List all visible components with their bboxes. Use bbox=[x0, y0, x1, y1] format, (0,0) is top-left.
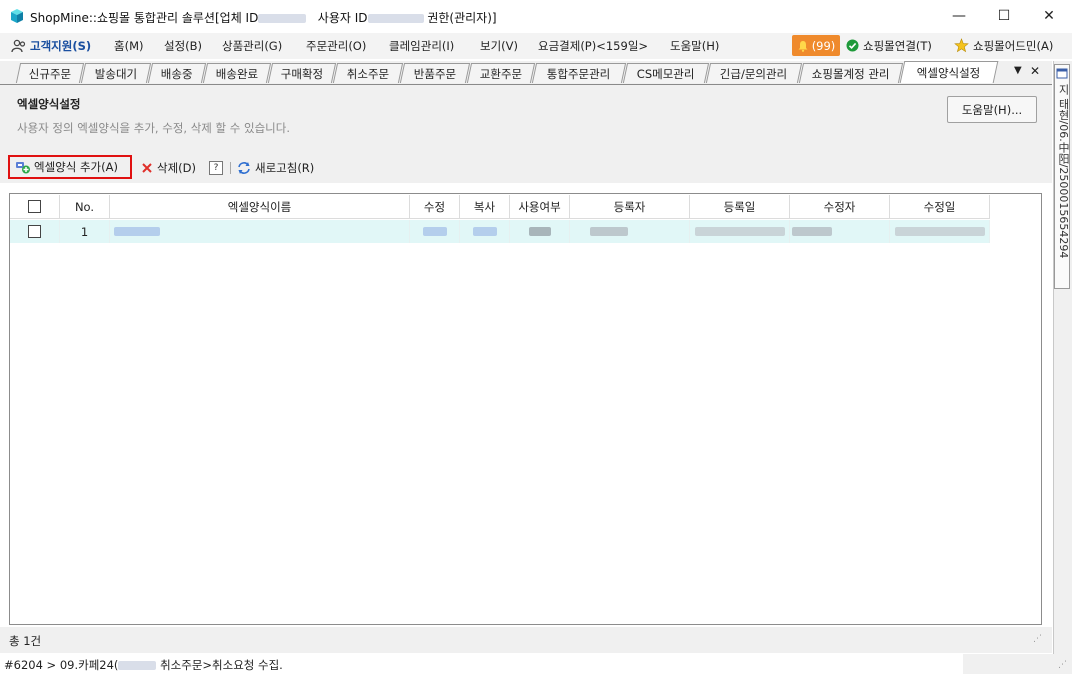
menu-view[interactable]: 보기(V) bbox=[480, 38, 518, 54]
redacted-user-id bbox=[367, 14, 424, 23]
tab-urgent-inquiry[interactable]: 긴급/문의관리 bbox=[705, 63, 803, 83]
tab-purchase-confirmed[interactable]: 구매확정 bbox=[267, 63, 337, 83]
footer-bar bbox=[0, 627, 1052, 653]
column-header-modifier: 수정자 bbox=[790, 195, 890, 219]
redacted-shop-name bbox=[118, 661, 157, 670]
add-format-icon bbox=[16, 162, 30, 174]
column-header-edit: 수정 bbox=[410, 195, 460, 219]
redacted-registrant bbox=[590, 227, 628, 236]
menu-help[interactable]: 도움말(H) bbox=[670, 38, 719, 54]
tab-list-dropdown[interactable]: ▼ bbox=[1014, 65, 1022, 76]
menu-shop-admin[interactable]: 쇼핑몰어드민(A) bbox=[973, 38, 1053, 54]
redacted-mod-date bbox=[894, 227, 985, 236]
total-count: 총 1건 bbox=[9, 634, 42, 648]
menu-orders[interactable]: 주문관리(O) bbox=[306, 38, 366, 54]
calendar-icon bbox=[1056, 68, 1068, 79]
toolbar-separator bbox=[230, 162, 231, 174]
menu-products[interactable]: 상품관리(G) bbox=[222, 38, 282, 54]
redacted-company-id bbox=[258, 14, 307, 23]
window-resize-grip-icon[interactable]: ⋰ bbox=[1058, 660, 1067, 670]
badge-count: (99) bbox=[811, 38, 836, 53]
menu-home[interactable]: 홈(M) bbox=[114, 38, 143, 54]
app-logo-icon bbox=[11, 9, 23, 23]
title-prefix: ShopMine::쇼핑몰 통합관리 솔루션[업체 ID bbox=[30, 11, 259, 25]
minimize-button[interactable]: — bbox=[936, 0, 982, 32]
tab-cs-memo[interactable]: CS메모관리 bbox=[622, 63, 710, 83]
tab-in-delivery[interactable]: 배송중 bbox=[147, 63, 207, 83]
tab-excel-format[interactable]: 엑셀양식설정 bbox=[899, 61, 999, 83]
row-no-cell: 1 bbox=[60, 220, 110, 243]
select-all-checkbox[interactable] bbox=[28, 200, 41, 213]
tab-close-button[interactable]: ✕ bbox=[1030, 64, 1040, 78]
column-header-registrant: 등록자 bbox=[570, 195, 690, 219]
notification-badge[interactable]: (99) bbox=[792, 35, 840, 56]
menu-billing[interactable]: 요금결제(P)<159일> bbox=[538, 38, 648, 54]
redacted-modifier bbox=[792, 227, 832, 236]
status-prefix: #6204 > 09.카페24( bbox=[4, 658, 119, 672]
window-title: ShopMine::쇼핑몰 통합관리 솔루션[업체 ID 사용자 ID 권한(관… bbox=[30, 9, 497, 26]
row-reg-date-cell bbox=[690, 220, 790, 243]
tab-delivered[interactable]: 배송완료 bbox=[202, 63, 272, 83]
side-panel-label: 지 태현/06.中阳/2500015654294 bbox=[1057, 84, 1070, 259]
star-icon bbox=[954, 38, 969, 53]
add-button-label: 엑셀양식 추가(A) bbox=[34, 160, 118, 174]
status-right-panel bbox=[963, 654, 1072, 674]
row-registrant-cell bbox=[570, 220, 690, 243]
menu-shop-connect[interactable]: 쇼핑몰연결(T) bbox=[863, 38, 932, 54]
column-header-in-use: 사용여부 bbox=[510, 195, 570, 219]
tab-integrated-orders[interactable]: 통합주문관리 bbox=[531, 63, 627, 83]
row-name-cell[interactable] bbox=[110, 220, 410, 243]
tab-return-orders[interactable]: 반품주문 bbox=[399, 63, 471, 83]
page-title: 엑셀양식설정 bbox=[17, 97, 81, 111]
title-suffix: 권한(관리자)] bbox=[427, 11, 497, 25]
help-button[interactable]: 도움말(H)... bbox=[947, 96, 1037, 123]
tab-awaiting-shipment[interactable]: 발송대기 bbox=[80, 63, 152, 83]
maximize-button[interactable]: ☐ bbox=[981, 0, 1027, 32]
menu-claims[interactable]: 클레임관리(I) bbox=[389, 38, 454, 54]
tab-exchange-orders[interactable]: 교환주문 bbox=[466, 63, 536, 83]
row-mod-date-cell bbox=[890, 220, 990, 243]
status-text: #6204 > 09.카페24( 취소주문>취소요청 수집. bbox=[4, 657, 283, 673]
column-header-mod-date: 수정일 bbox=[890, 195, 990, 219]
add-excel-format-button[interactable]: 엑셀양식 추가(A) bbox=[8, 155, 132, 179]
delete-button-label: 삭제(D) bbox=[157, 161, 196, 175]
excel-format-grid bbox=[9, 193, 1042, 625]
status-suffix: 취소주문>취소요청 수집. bbox=[160, 658, 283, 672]
refresh-button[interactable]: 새로고침(R) bbox=[237, 160, 314, 176]
column-header-copy: 복사 bbox=[460, 195, 510, 219]
delete-x-icon bbox=[142, 163, 152, 173]
tab-shop-accounts[interactable]: 쇼핑몰계정 관리 bbox=[798, 63, 904, 83]
row-edit-cell[interactable] bbox=[410, 220, 460, 243]
refresh-button-label: 새로고침(R) bbox=[255, 161, 315, 175]
header-panel bbox=[0, 85, 1052, 153]
menu-support[interactable]: 고객지원(S) bbox=[30, 38, 91, 54]
column-header-name: 엑셀양식이름 bbox=[110, 195, 410, 219]
row-in-use-cell bbox=[510, 220, 570, 243]
redacted-copy-link[interactable] bbox=[472, 227, 497, 236]
title-user-label: 사용자 ID bbox=[317, 11, 368, 25]
redacted-in-use bbox=[528, 227, 551, 236]
tab-cancel-orders[interactable]: 취소주문 bbox=[332, 63, 404, 83]
bell-icon bbox=[798, 40, 808, 52]
support-people-icon bbox=[11, 39, 26, 53]
redacted-reg-date bbox=[694, 227, 785, 236]
redacted-format-name bbox=[114, 227, 160, 236]
refresh-icon bbox=[238, 162, 250, 174]
row-select-cell[interactable] bbox=[10, 220, 60, 243]
check-circle-icon bbox=[846, 39, 859, 52]
header-select-all[interactable] bbox=[10, 195, 60, 219]
resize-grip-icon[interactable]: ⋰ bbox=[1033, 634, 1042, 644]
menu-settings[interactable]: 설정(B) bbox=[164, 38, 202, 54]
redacted-edit-link[interactable] bbox=[422, 227, 447, 236]
column-header-no: No. bbox=[60, 195, 110, 219]
row-modifier-cell bbox=[790, 220, 890, 243]
close-window-button[interactable]: ✕ bbox=[1026, 0, 1072, 32]
row-checkbox[interactable] bbox=[28, 225, 41, 238]
column-header-reg-date: 등록일 bbox=[690, 195, 790, 219]
page-description: 사용자 정의 엑셀양식을 추가, 수정, 삭제 할 수 있습니다. bbox=[17, 121, 290, 135]
delete-button[interactable]: 삭제(D) bbox=[141, 160, 196, 176]
question-help-icon[interactable]: ? bbox=[209, 161, 223, 175]
row-copy-cell[interactable] bbox=[460, 220, 510, 243]
tab-new-orders[interactable]: 신규주문 bbox=[15, 63, 85, 83]
